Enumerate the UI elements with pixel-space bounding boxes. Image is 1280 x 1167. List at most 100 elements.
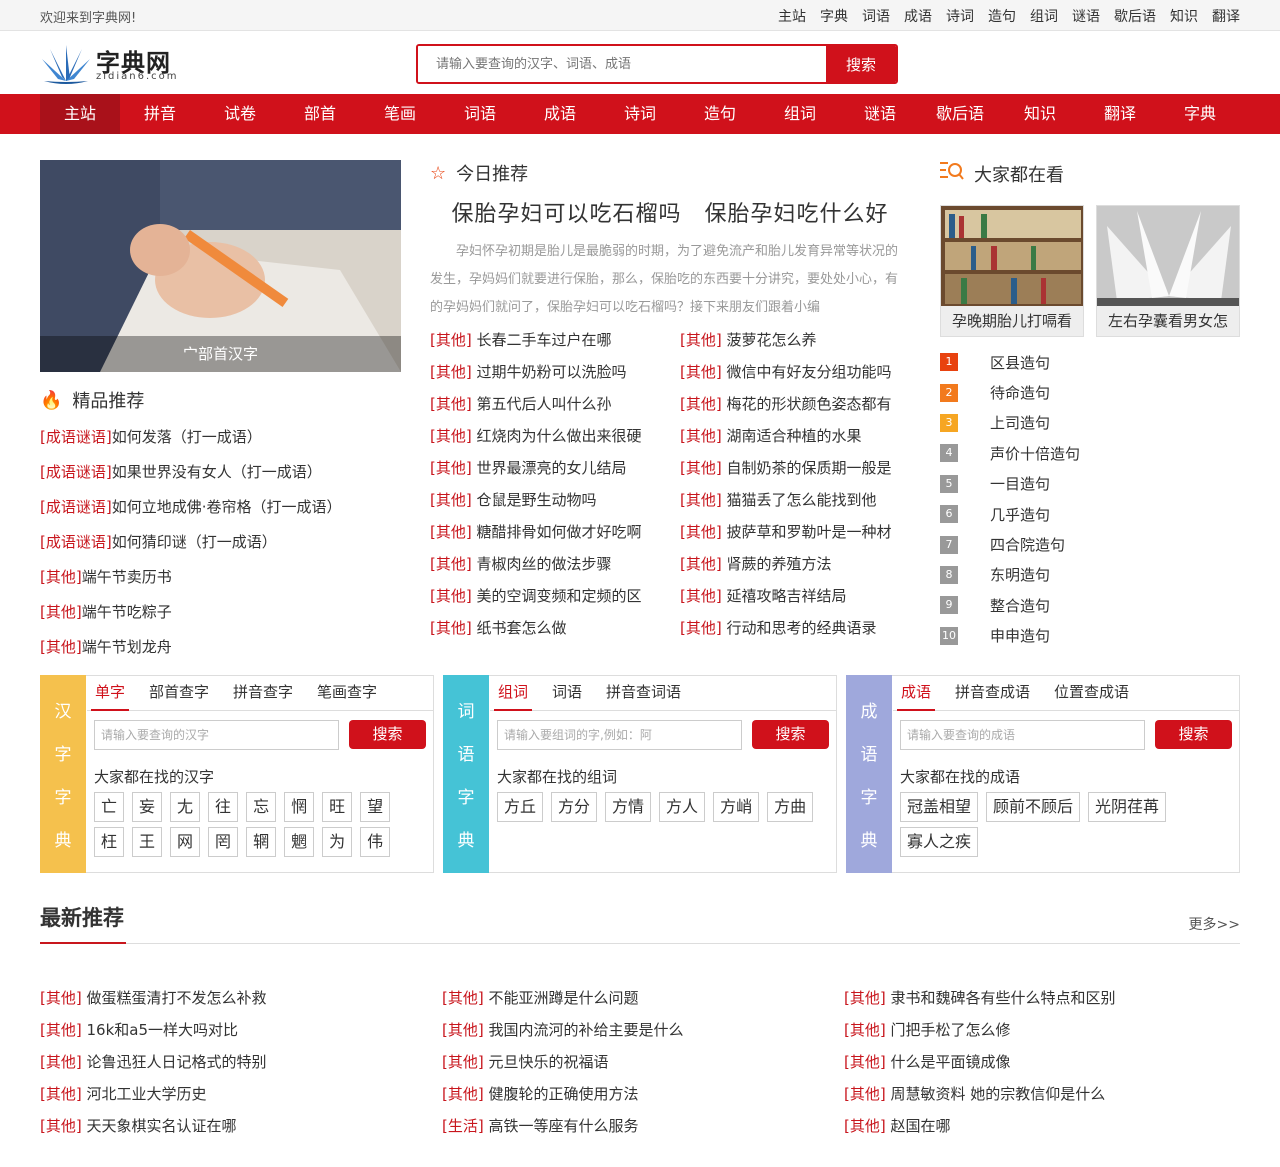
nav-item[interactable]: 组词 (760, 94, 840, 134)
chip[interactable]: 冠盖相望 (900, 792, 979, 822)
chengyu-search-input[interactable]: 请输入要查询的成语 (900, 720, 1145, 750)
nav-item[interactable]: 诗词 (600, 94, 680, 134)
nav-item[interactable]: 试卷 (200, 94, 280, 134)
top-link[interactable]: 组词 (1030, 6, 1058, 26)
chip[interactable]: 光阴荏苒 (1088, 792, 1167, 822)
chip[interactable]: 亡 (94, 792, 125, 822)
nav-item[interactable]: 笔画 (360, 94, 440, 134)
chip[interactable]: 方人 (659, 792, 706, 822)
chip[interactable]: 罔 (208, 827, 239, 857)
list-item[interactable]: [其他] 16k和a5一样大吗对比 (40, 1014, 442, 1046)
list-item[interactable]: [其他]端午节卖历书 (40, 560, 410, 595)
chip[interactable]: 妄 (132, 792, 163, 822)
list-item[interactable]: [其他] 天天象棋实名认证在哪 (40, 1110, 442, 1142)
zuci-search-button[interactable]: 搜索 (752, 720, 829, 749)
nav-item[interactable]: 成语 (520, 94, 600, 134)
list-item[interactable]: [其他] 不能亚洲蹲是什么问题 (442, 982, 844, 1014)
list-item[interactable]: [其他] 菠萝花怎么养 (680, 324, 910, 356)
chip[interactable]: 望 (360, 792, 391, 822)
chip[interactable]: 方峭 (713, 792, 760, 822)
watch-card[interactable]: 孕晚期胎儿打嗝看 (940, 205, 1084, 337)
list-item[interactable]: [其他] 世界最漂亮的女儿结局 (430, 452, 680, 484)
rank-item[interactable]: 7 四合院造句 (940, 529, 1240, 559)
nav-item[interactable]: 歇后语 (920, 94, 1000, 134)
chip[interactable]: 往 (208, 792, 239, 822)
list-item[interactable]: [成语谜语]如何发落（打一成语） (40, 420, 410, 455)
hanzi-search-input[interactable]: 请输入要查询的汉字 (94, 720, 339, 750)
list-item[interactable]: [其他] 我国内流河的补给主要是什么 (442, 1014, 844, 1046)
nav-item[interactable]: 部首 (280, 94, 360, 134)
list-item[interactable]: [生活] 高铁一等座有什么服务 (442, 1110, 844, 1142)
list-item[interactable]: [其他] 微信中有好友分组功能吗 (680, 356, 910, 388)
tab[interactable]: 笔画查字 (305, 676, 389, 710)
top-link[interactable]: 成语 (904, 6, 932, 26)
list-item[interactable]: [其他] 做蛋糕蛋清打不发怎么补救 (40, 982, 442, 1014)
chip[interactable]: 忘 (246, 792, 277, 822)
nav-item[interactable]: 造句 (680, 94, 760, 134)
list-item[interactable]: [其他] 湖南适合种植的水果 (680, 420, 910, 452)
tab[interactable]: 部首查字 (137, 676, 221, 710)
today-headline[interactable]: 保胎孕妇可以吃石榴吗 保胎孕妇吃什么好 (430, 196, 910, 228)
nav-item[interactable]: 谜语 (840, 94, 920, 134)
nav-item[interactable]: 字典 (1160, 94, 1240, 134)
list-item[interactable]: [其他] 隶书和魏碑各有些什么特点和区别 (844, 982, 1240, 1014)
tab[interactable]: 拼音查词语 (594, 676, 693, 710)
rank-item[interactable]: 2 待命造句 (940, 377, 1240, 407)
list-item[interactable]: [其他]端午节吃粽子 (40, 595, 410, 630)
tab-danzi[interactable]: 单字 (91, 676, 130, 711)
chip[interactable]: 辋 (246, 827, 277, 857)
tab[interactable]: 词语 (540, 676, 594, 710)
list-item[interactable]: [其他] 梅花的形状颜色姿态都有 (680, 388, 910, 420)
list-item[interactable]: [其他] 青椒肉丝的做法步骤 (430, 548, 680, 580)
list-item[interactable]: [其他] 仓鼠是野生动物吗 (430, 484, 680, 516)
list-item[interactable]: [其他] 纸书套怎么做 (430, 612, 680, 644)
list-item[interactable]: [其他] 红烧肉为什么做出来很硬 (430, 420, 680, 452)
tab[interactable]: 拼音查字 (221, 676, 305, 710)
chip[interactable]: 尢 (170, 792, 201, 822)
list-item[interactable]: [其他] 肾蕨的养殖方法 (680, 548, 910, 580)
top-link[interactable]: 字典 (820, 6, 848, 26)
zuci-search-input[interactable]: 请输入要组词的字,例如：阿 (497, 720, 742, 750)
rank-item[interactable]: 5 一目造句 (940, 469, 1240, 499)
more-link[interactable]: 更多>> (1189, 914, 1240, 934)
chip[interactable]: 旺 (322, 792, 353, 822)
rank-item[interactable]: 4 声价十倍造句 (940, 438, 1240, 468)
list-item[interactable]: [其他] 门把手松了怎么修 (844, 1014, 1240, 1046)
search-button[interactable]: 搜索 (826, 46, 896, 82)
list-item[interactable]: [成语谜语]如何立地成佛·卷帘格（打一成语） (40, 490, 410, 525)
tab-chengyu[interactable]: 成语 (897, 676, 936, 711)
rank-item[interactable]: 9 整合造句 (940, 590, 1240, 620)
list-item[interactable]: [其他] 什么是平面镜成像 (844, 1046, 1240, 1078)
watch-card[interactable]: 左右孕囊看男女怎 (1096, 205, 1240, 337)
rank-item[interactable]: 6 几乎造句 (940, 499, 1240, 529)
list-item[interactable]: [其他] 披萨草和罗勒叶是一种材 (680, 516, 910, 548)
top-link[interactable]: 翻译 (1212, 6, 1240, 26)
chip[interactable]: 寡人之疾 (900, 827, 979, 857)
rank-item[interactable]: 8 东明造句 (940, 560, 1240, 590)
list-item[interactable]: [其他] 元旦快乐的祝福语 (442, 1046, 844, 1078)
list-item[interactable]: [其他] 行动和思考的经典语录 (680, 612, 910, 644)
chip[interactable]: 为 (322, 827, 353, 857)
list-item[interactable]: [其他] 过期牛奶粉可以洗脸吗 (430, 356, 680, 388)
rank-item[interactable]: 10 申申造句 (940, 621, 1240, 651)
chip[interactable]: 伟 (360, 827, 391, 857)
site-logo[interactable]: 字典网 zidian6.com (40, 43, 180, 85)
list-item[interactable]: [其他] 周慧敏资料 她的宗教信仰是什么 (844, 1078, 1240, 1110)
top-link[interactable]: 主站 (778, 6, 806, 26)
tab-zuci[interactable]: 组词 (494, 676, 533, 711)
list-item[interactable]: [其他] 延禧攻略吉祥结局 (680, 580, 910, 612)
hanzi-search-button[interactable]: 搜索 (349, 720, 426, 749)
nav-item[interactable]: 知识 (1000, 94, 1080, 134)
list-item[interactable]: [其他] 糖醋排骨如何做才好吃啊 (430, 516, 680, 548)
list-item[interactable]: [其他] 河北工业大学历史 (40, 1078, 442, 1110)
tab[interactable]: 拼音查成语 (943, 676, 1042, 710)
nav-item[interactable]: 拼音 (120, 94, 200, 134)
list-item[interactable]: [其他] 赵国在哪 (844, 1110, 1240, 1142)
list-item[interactable]: [其他] 健腹轮的正确使用方法 (442, 1078, 844, 1110)
list-item[interactable]: [其他] 美的空调变频和定频的区 (430, 580, 680, 612)
nav-item[interactable]: 词语 (440, 94, 520, 134)
list-item[interactable]: [其他] 论鲁迅狂人日记格式的特别 (40, 1046, 442, 1078)
top-link[interactable]: 词语 (862, 6, 890, 26)
hero-banner[interactable]: 宀部首汉字 (40, 160, 401, 372)
tab[interactable]: 位置查成语 (1042, 676, 1141, 710)
